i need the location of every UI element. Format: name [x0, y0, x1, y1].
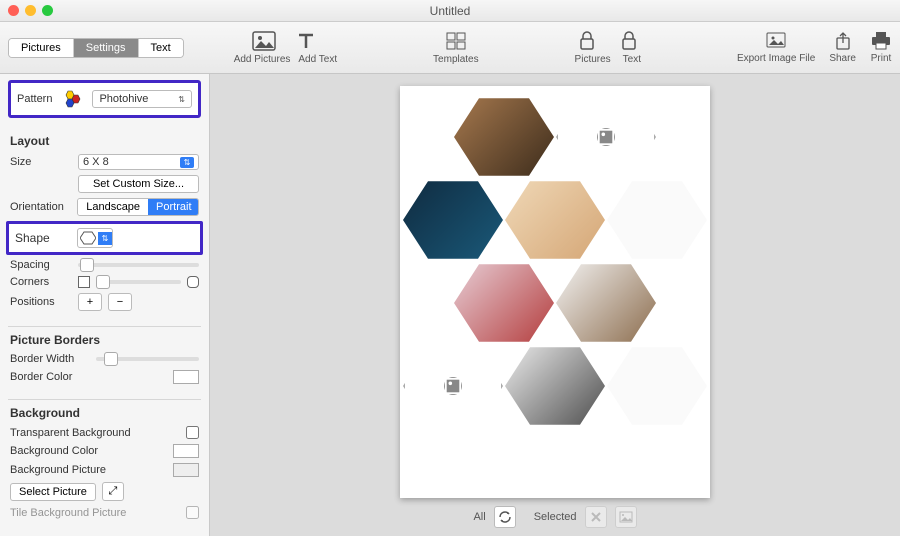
transparent-bg-checkbox[interactable] [186, 426, 199, 439]
add-pictures-label: Add Pictures [234, 54, 291, 65]
tab-text[interactable]: Text [139, 39, 183, 57]
hex-cell-5[interactable] [607, 177, 707, 263]
corners-square-icon [78, 276, 90, 288]
border-color-label: Border Color [10, 371, 90, 383]
orientation-segment: Landscape Portrait [77, 198, 199, 216]
bg-color-label: Background Color [10, 445, 167, 457]
custom-size-button[interactable]: Set Custom Size... [78, 175, 199, 193]
delete-selected-button[interactable] [585, 506, 607, 528]
titlebar: Untitled [0, 0, 900, 22]
footer-all-label: All [473, 511, 485, 523]
layout-heading: Layout [10, 134, 199, 148]
shape-label: Shape [15, 231, 71, 245]
chevron-updown-icon: ⇅ [98, 232, 112, 245]
panel-tabs: Pictures Settings Text [8, 38, 184, 58]
hex-cell-9[interactable] [505, 343, 605, 429]
window-controls [8, 5, 53, 16]
bg-picture-well[interactable] [173, 463, 199, 477]
pattern-select[interactable]: Photohive ⇅ [92, 90, 192, 108]
settings-sidebar: Pattern Photohive ⇅ Layout Size 6 X 8 ⇅ … [0, 74, 210, 536]
spacing-label: Spacing [10, 259, 72, 271]
hex-cell-7[interactable] [556, 260, 656, 346]
hex-cell-6[interactable] [454, 260, 554, 346]
hex-cell-8-empty[interactable] [403, 343, 503, 429]
image-placeholder-icon [444, 377, 462, 395]
export-button[interactable]: Export Image File [737, 31, 815, 64]
canvas-footer: All Selected [473, 506, 636, 528]
tab-pictures[interactable]: Pictures [9, 39, 74, 57]
pattern-label: Pattern [17, 93, 52, 105]
select-picture-button[interactable]: Select Picture [10, 483, 96, 501]
templates-icon [444, 30, 468, 52]
pattern-row-highlight: Pattern Photohive ⇅ [8, 80, 201, 118]
bg-color-swatch[interactable] [173, 444, 199, 458]
close-window-button[interactable] [8, 5, 19, 16]
templates-group[interactable]: Templates [433, 30, 479, 65]
minimize-window-button[interactable] [25, 5, 36, 16]
add-group: Add Pictures Add Text [234, 30, 337, 65]
lock-pictures-button[interactable] [575, 30, 599, 52]
zoom-window-button[interactable] [42, 5, 53, 16]
layout-section: Layout Size 6 X 8 ⇅ Set Custom Size... O… [8, 128, 201, 327]
image-selected-button[interactable] [615, 506, 637, 528]
window-title: Untitled [430, 4, 471, 18]
positions-label: Positions [10, 296, 72, 308]
orientation-label: Orientation [10, 201, 71, 213]
crop-picture-button[interactable]: ⤢ [102, 482, 124, 501]
shape-select[interactable]: ⇅ [77, 228, 113, 248]
add-text-button[interactable] [294, 30, 318, 52]
border-width-label: Border Width [10, 353, 90, 365]
shuffle-all-button[interactable] [494, 506, 516, 528]
transparent-bg-label: Transparent Background [10, 427, 180, 439]
lock-text-button[interactable] [617, 30, 641, 52]
hex-cell-3[interactable] [403, 177, 503, 263]
footer-selected-label: Selected [534, 511, 577, 523]
hex-cell-1[interactable] [454, 94, 554, 180]
chevron-updown-icon: ⇅ [178, 95, 185, 104]
border-width-slider[interactable] [96, 357, 199, 361]
add-text-label: Add Text [298, 54, 337, 65]
image-placeholder-icon [597, 128, 615, 146]
collage-page[interactable] [400, 86, 710, 498]
add-pictures-button[interactable] [252, 30, 276, 52]
borders-heading: Picture Borders [10, 333, 199, 347]
photohive-icon [60, 89, 84, 109]
chevron-updown-icon: ⇅ [180, 157, 194, 168]
size-select[interactable]: 6 X 8 ⇅ [78, 154, 199, 170]
orientation-portrait[interactable]: Portrait [148, 199, 199, 215]
tile-bg-checkbox[interactable] [186, 506, 199, 519]
background-heading: Background [10, 406, 199, 420]
hex-cell-2-empty[interactable] [556, 94, 656, 180]
corners-slider[interactable] [96, 280, 181, 284]
positions-remove-button[interactable]: − [108, 293, 132, 311]
spacing-slider[interactable] [78, 263, 199, 267]
border-color-swatch[interactable] [173, 370, 199, 384]
positions-add-button[interactable]: + [78, 293, 102, 311]
corners-label: Corners [10, 276, 72, 288]
background-section: Background Transparent Background Backgr… [8, 400, 201, 534]
borders-section: Picture Borders Border Width Border Colo… [8, 327, 201, 400]
hex-cell-4[interactable] [505, 177, 605, 263]
main-toolbar: Pictures Settings Text Add Pictures Add … [0, 22, 900, 74]
lock-group: Pictures Text [575, 30, 641, 65]
tile-bg-label: Tile Background Picture [10, 507, 180, 519]
canvas-area: All Selected [210, 74, 900, 536]
hexagon-icon [80, 231, 96, 245]
shape-row-highlight: Shape ⇅ [6, 221, 203, 255]
orientation-landscape[interactable]: Landscape [78, 199, 148, 215]
corners-round-icon [187, 276, 199, 288]
tab-settings[interactable]: Settings [74, 39, 139, 57]
share-button[interactable]: Share [829, 31, 856, 64]
size-label: Size [10, 156, 72, 168]
print-button[interactable]: Print [870, 31, 892, 64]
bg-picture-label: Background Picture [10, 464, 167, 476]
hex-cell-10[interactable] [607, 343, 707, 429]
